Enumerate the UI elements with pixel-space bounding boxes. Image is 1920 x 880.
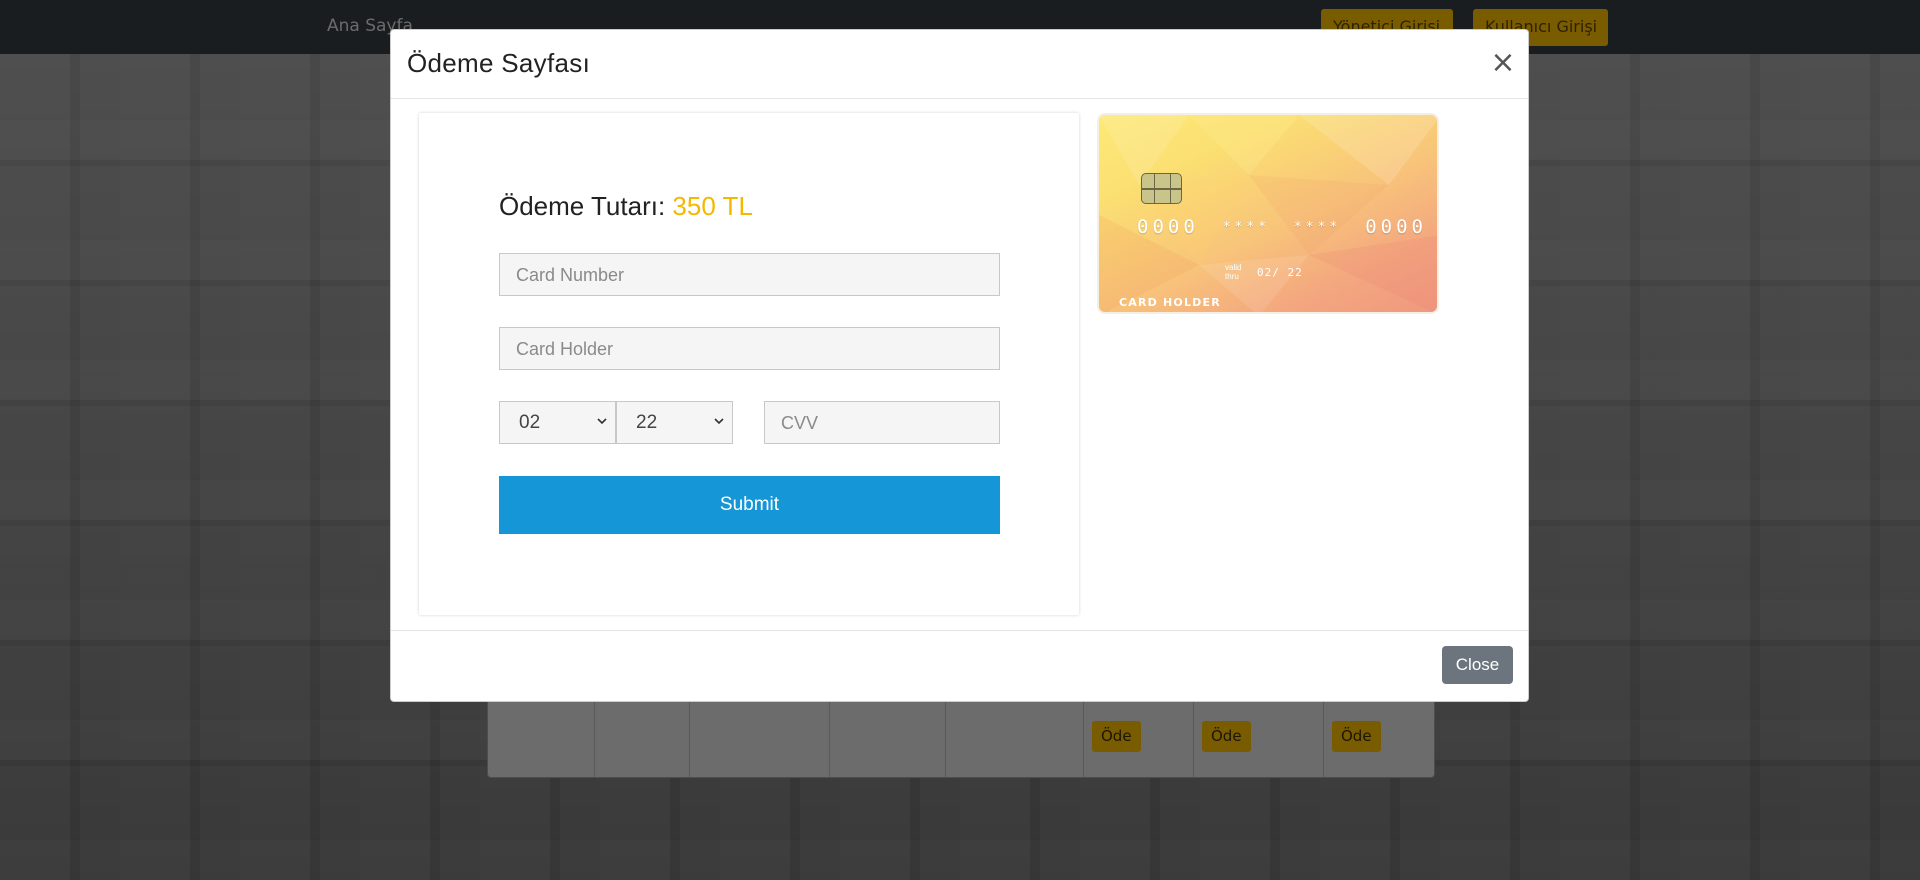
card-number-group: **** (1293, 220, 1342, 235)
chevron-down-icon (597, 414, 607, 429)
card-pattern (1099, 115, 1437, 312)
card-number-group: 0000 (1137, 216, 1199, 238)
expiry-year-value: 22 (636, 412, 658, 433)
close-button[interactable]: Close (1442, 646, 1513, 684)
expiry-month-value: 02 (519, 412, 541, 433)
modal-title: Ödeme Sayfası (407, 48, 591, 78)
modal-footer: Close (391, 630, 1528, 701)
payment-form: Ödeme Tutarı: 350 TL Card Number Card Ho… (419, 113, 1079, 615)
expiry-month-select[interactable]: 02 (499, 401, 616, 444)
card-number-display: 0000 **** **** 0000 (1137, 216, 1427, 238)
card-number-input[interactable]: Card Number (499, 253, 1000, 296)
amount-label: Ödeme Tutarı: (499, 191, 666, 221)
modal-body: Ödeme Tutarı: 350 TL Card Number Card Ho… (391, 99, 1528, 630)
card-holder-display: CARD HOLDER (1119, 296, 1221, 309)
valid-thru-label: valid thru (1225, 263, 1242, 281)
card-expiry-display: 02/ 22 (1257, 266, 1303, 279)
modal-header: Ödeme Sayfası × (391, 30, 1528, 99)
card-number-group: **** (1222, 220, 1271, 235)
payment-modal: Ödeme Sayfası × Ödeme Tutarı: 350 TL Car… (390, 29, 1529, 702)
submit-button[interactable]: Submit (499, 476, 1000, 534)
payment-amount: Ödeme Tutarı: 350 TL (499, 191, 753, 222)
expiry-year-select[interactable]: 22 (616, 401, 733, 444)
amount-value: 350 TL (672, 191, 753, 221)
card-number-group: 0000 (1365, 216, 1427, 238)
close-icon[interactable]: × (1488, 48, 1518, 79)
cvv-input[interactable]: CVV (764, 401, 1000, 444)
credit-card-preview: 0000 **** **** 0000 valid thru 02/ 22 CA… (1097, 113, 1439, 314)
chevron-down-icon (714, 414, 724, 429)
card-holder-input[interactable]: Card Holder (499, 327, 1000, 370)
chip-icon (1141, 173, 1182, 204)
